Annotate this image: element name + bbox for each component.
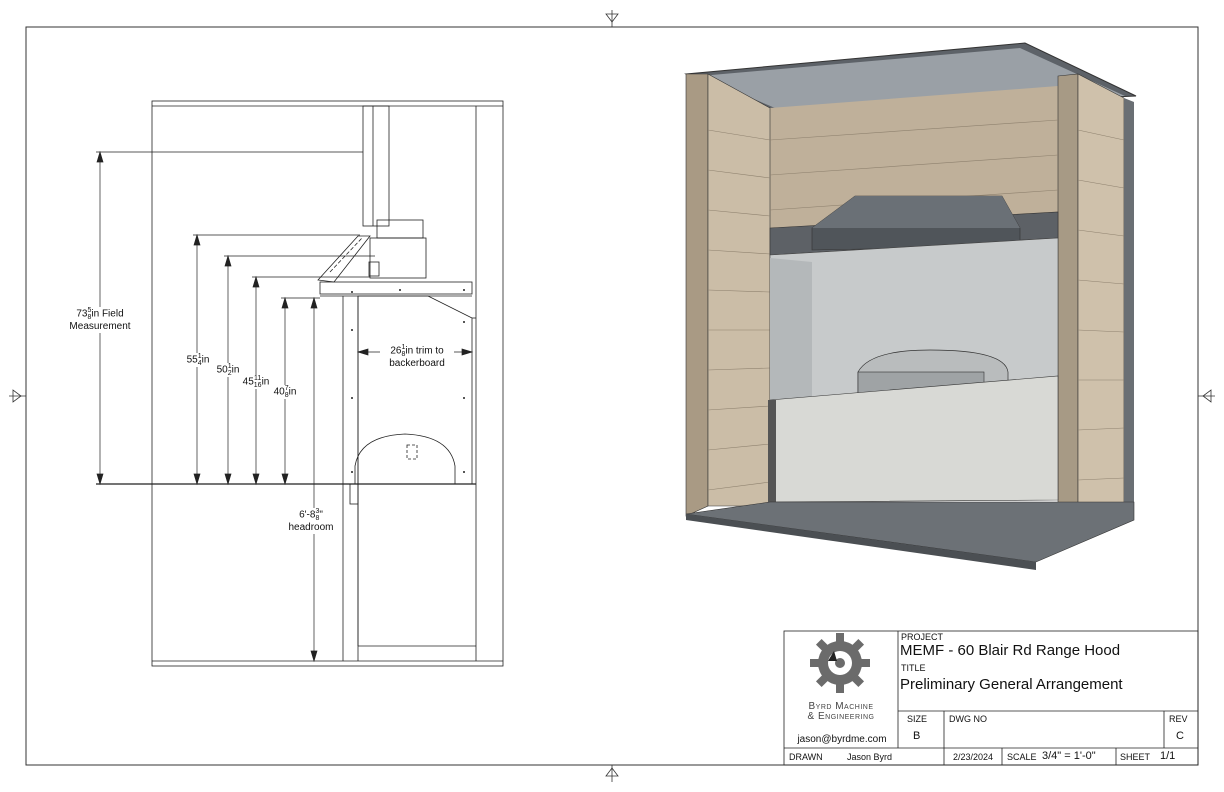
center-mark-bottom [605,765,619,782]
dwg-no-label: DWG NO [949,714,987,724]
isometric-render [684,42,1137,570]
dim-headroom: 6'-8 3 8 " headroom [282,508,340,534]
drawn-by: Jason Byrd [847,752,893,762]
drawing-sheet [9,10,1215,782]
project-name: MEMF - 60 Blair Rd Range Hood [900,642,1121,659]
gear-logo-icon [810,633,870,693]
dim-trim-to-backerboard: 26 1 8 in trim to backerboard [380,344,454,370]
rev-value: C [1176,730,1184,742]
sheet-value: 1/1 [1160,750,1176,762]
size-value: B [913,730,921,742]
title-label: TITLE [901,663,926,673]
dim-40-seven-eighths: 40 7 8 in [270,385,300,399]
size-label: SIZE [907,714,928,724]
project-label: PROJECT [901,632,944,642]
company-name: Byrd Machine & Engineering [807,701,875,722]
company-email: jason@byrdme.com [797,734,887,745]
dim-field-measurement: 73 5 8 in Field Measurement [60,307,140,333]
center-mark-top [605,10,619,27]
drawing-title: Preliminary General Arrangement [900,676,1123,693]
dim-55-quarter: 55 1 4 in [183,353,213,367]
dim-45-eleven-sixteenths: 45 11 16 in [239,375,273,389]
side-elevation [96,100,504,667]
center-mark-right [1198,389,1215,403]
scale-value: 3/4" = 1'-0" [1042,750,1096,762]
drawing-date: 2/23/2024 [952,752,994,762]
sheet-label: SHEET [1120,752,1151,762]
rev-label: REV [1169,714,1188,724]
drawn-label: DRAWN [789,752,823,762]
scale-label: SCALE [1007,752,1037,762]
center-mark-left [9,389,26,403]
